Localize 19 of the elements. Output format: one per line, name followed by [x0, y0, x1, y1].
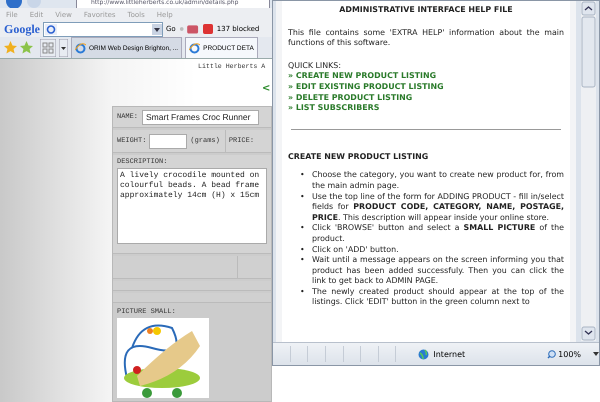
- description-field[interactable]: A lively crocodile mounted on colourful beads. A bead frame approximately 14cm (H) x 15cm: [117, 168, 267, 244]
- search-field[interactable]: [43, 22, 163, 37]
- google-logo: Google: [4, 22, 40, 37]
- back-link[interactable]: <: [262, 83, 270, 94]
- globe-icon: [418, 348, 430, 360]
- star-icon[interactable]: [4, 41, 17, 54]
- toolbar-icon[interactable]: [178, 23, 199, 36]
- scrollbar[interactable]: [581, 1, 596, 341]
- security-zone-label: Internet: [433, 350, 466, 358]
- popup-blocker-icon[interactable]: [202, 23, 214, 36]
- weight-field[interactable]: [149, 134, 188, 148]
- name-field[interactable]: Smart Frames Croc Runner: [142, 110, 260, 124]
- ie-logo-icon: [189, 42, 200, 54]
- zoom-dropdown-icon[interactable]: [593, 352, 600, 356]
- ie-logo-icon: [75, 42, 86, 54]
- zoom-icon[interactable]: [547, 350, 556, 358]
- zoom-level[interactable]: 100%: [558, 350, 582, 358]
- back-button[interactable]: [6, 0, 22, 8]
- tab-list-arrow-icon[interactable]: [59, 38, 68, 56]
